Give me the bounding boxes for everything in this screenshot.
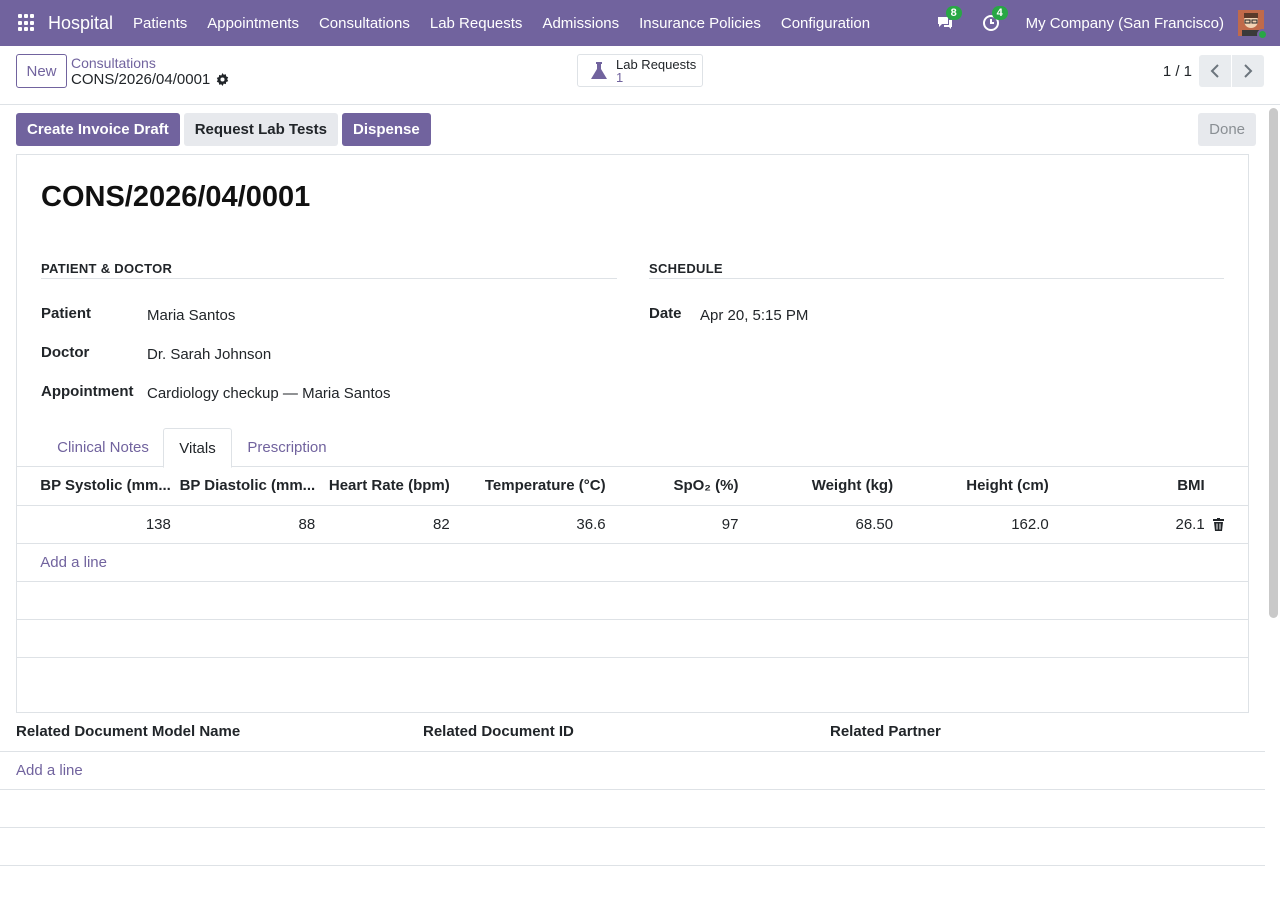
form-action-buttons: Create Invoice Draft Request Lab Tests D… xyxy=(16,113,431,146)
online-status-dot xyxy=(1257,29,1268,40)
activities-count-badge: 4 xyxy=(991,6,1008,20)
spo2-cell[interactable]: 97 xyxy=(605,505,739,544)
pager-next-button[interactable] xyxy=(1232,55,1264,87)
doctor-label: Doctor xyxy=(41,344,90,361)
patient-field[interactable]: Maria Santos xyxy=(147,307,235,324)
menu-item-appointments[interactable]: Appointments xyxy=(197,15,309,32)
app-brand[interactable]: Hospital xyxy=(48,13,113,34)
chevron-right-icon xyxy=(1244,64,1253,78)
empty-row xyxy=(17,619,1248,658)
height-cell[interactable]: 162.0 xyxy=(893,505,1049,544)
breadcrumb-current: CONS/2026/04/0001 xyxy=(71,71,229,88)
date-label: Date xyxy=(649,305,682,322)
empty-row xyxy=(0,789,1265,828)
empty-row xyxy=(17,581,1248,620)
form-sheet: CONS/2026/04/0001 PATIENT & DOCTOR SCHED… xyxy=(16,154,1249,713)
lab-requests-smart-button[interactable]: Lab Requests 1 xyxy=(577,54,703,87)
column-header-heart-rate[interactable]: Heart Rate (bpm) xyxy=(315,467,450,506)
date-field[interactable]: Apr 20, 5:15 PM xyxy=(700,307,808,324)
group-heading-patient-doctor: PATIENT & DOCTOR xyxy=(41,261,173,276)
group-heading-schedule: SCHEDULE xyxy=(649,261,723,276)
doctor-field[interactable]: Dr. Sarah Johnson xyxy=(147,346,271,363)
menu-item-admissions[interactable]: Admissions xyxy=(532,15,629,32)
add-related-line-link[interactable]: Add a line xyxy=(16,762,83,779)
systray: 8 4 My Company (San Francisco) xyxy=(934,0,1280,46)
bp-systolic-cell[interactable]: 138 xyxy=(40,505,171,544)
column-header-related-model[interactable]: Related Document Model Name xyxy=(16,713,423,752)
vitals-table: BP Systolic (mm... BP Diastolic (mm... H… xyxy=(17,467,1248,658)
appointment-label: Appointment xyxy=(41,383,134,400)
bp-diastolic-cell[interactable]: 88 xyxy=(179,505,316,544)
menu-item-insurance-policies[interactable]: Insurance Policies xyxy=(629,15,771,32)
company-switcher[interactable]: My Company (San Francisco) xyxy=(1026,15,1224,32)
group-divider xyxy=(649,278,1224,279)
column-header-related-id[interactable]: Related Document ID xyxy=(423,713,830,752)
bmi-cell[interactable]: 26.1 xyxy=(1048,505,1205,544)
notebook-tabs: Clinical Notes Vitals Prescription xyxy=(17,428,1248,468)
add-line-row: Add a line xyxy=(17,543,1248,582)
pager-previous-button[interactable] xyxy=(1199,55,1231,87)
menu-item-configuration[interactable]: Configuration xyxy=(771,15,880,32)
create-invoice-draft-button[interactable]: Create Invoice Draft xyxy=(16,113,180,146)
messages-count-badge: 8 xyxy=(945,6,962,20)
patient-label: Patient xyxy=(41,305,92,322)
menu-item-consultations[interactable]: Consultations xyxy=(309,15,420,32)
tab-clinical-notes[interactable]: Clinical Notes xyxy=(43,428,163,467)
weight-cell[interactable]: 68.50 xyxy=(738,505,894,544)
column-header-spo2[interactable]: SpO₂ (%) xyxy=(605,467,739,506)
menu-item-patients[interactable]: Patients xyxy=(123,15,197,32)
empty-row xyxy=(0,827,1265,866)
column-header-bp-systolic[interactable]: BP Systolic (mm... xyxy=(40,467,171,506)
record-title: CONS/2026/04/0001 xyxy=(41,181,311,213)
table-row[interactable]: 138 88 82 36.6 97 68.50 162.0 26.1 xyxy=(17,505,1248,544)
done-status-button[interactable]: Done xyxy=(1198,113,1256,146)
top-navbar: Hospital Patients Appointments Consultat… xyxy=(0,0,1280,46)
breadcrumb-current-label: CONS/2026/04/0001 xyxy=(71,71,211,88)
chevron-left-icon xyxy=(1210,64,1219,78)
vertical-scrollbar[interactable] xyxy=(1269,108,1278,618)
breadcrumb-parent[interactable]: Consultations xyxy=(71,55,156,71)
heart-rate-cell[interactable]: 82 xyxy=(315,505,450,544)
tab-vitals[interactable]: Vitals xyxy=(163,428,232,468)
smart-button-label: Lab Requests xyxy=(616,56,697,72)
temperature-cell[interactable]: 36.6 xyxy=(449,505,606,544)
appointment-field[interactable]: Cardiology checkup — Maria Santos xyxy=(147,385,390,402)
column-header-temperature[interactable]: Temperature (°C) xyxy=(449,467,606,506)
column-header-related-partner[interactable]: Related Partner xyxy=(830,713,1265,752)
user-avatar[interactable] xyxy=(1238,10,1268,40)
main-menu: Patients Appointments Consultations Lab … xyxy=(123,15,880,32)
tab-prescription[interactable]: Prescription xyxy=(232,428,342,467)
column-header-bmi[interactable]: BMI xyxy=(1048,467,1205,506)
gear-icon[interactable] xyxy=(216,73,229,86)
activities-button[interactable]: 4 xyxy=(980,6,1008,34)
request-lab-tests-button[interactable]: Request Lab Tests xyxy=(183,113,338,146)
menu-item-lab-requests[interactable]: Lab Requests xyxy=(420,15,533,32)
add-line-row: Add a line xyxy=(0,751,1265,790)
messages-button[interactable]: 8 xyxy=(934,6,962,34)
table-header-row: Related Document Model Name Related Docu… xyxy=(0,713,1265,752)
column-header-bp-diastolic[interactable]: BP Diastolic (mm... xyxy=(179,467,316,506)
dispense-button[interactable]: Dispense xyxy=(341,113,431,146)
new-button[interactable]: New xyxy=(16,54,67,88)
pager-value[interactable]: 1 / 1 xyxy=(1163,63,1192,80)
column-header-weight[interactable]: Weight (kg) xyxy=(738,467,894,506)
smart-button-count: 1 xyxy=(616,69,624,85)
related-documents-table: Related Document Model Name Related Docu… xyxy=(0,713,1265,866)
table-header-row: BP Systolic (mm... BP Diastolic (mm... H… xyxy=(17,467,1248,506)
flask-icon xyxy=(591,61,607,79)
add-vitals-line-link[interactable]: Add a line xyxy=(40,554,107,571)
control-panel: New Consultations CONS/2026/04/0001 Lab … xyxy=(0,46,1280,105)
apps-menu-icon[interactable] xyxy=(18,14,36,32)
group-divider xyxy=(41,278,617,279)
trash-icon[interactable] xyxy=(1212,518,1224,532)
column-header-height[interactable]: Height (cm) xyxy=(893,467,1049,506)
